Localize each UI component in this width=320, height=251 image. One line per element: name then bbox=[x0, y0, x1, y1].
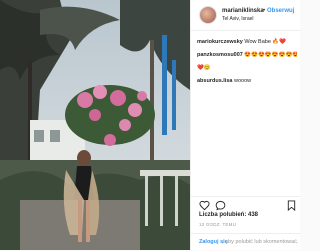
comment-text: Wow Babe 🔥❤️ bbox=[244, 39, 287, 45]
post-timestamp[interactable]: 12 GODZ. TEMU bbox=[199, 222, 236, 227]
comment-item: absurdus.lisa wooow bbox=[197, 77, 297, 85]
bookmark-icon[interactable] bbox=[287, 200, 296, 211]
comment-item: mariokurczewsky Wow Babe 🔥❤️ bbox=[197, 38, 297, 46]
comment-item: panzkosmosu007 😍😍😍😍😍😍😍😍😍 bbox=[197, 51, 297, 59]
avatar[interactable] bbox=[199, 6, 217, 24]
follow-button[interactable]: Obserwuj bbox=[267, 8, 294, 14]
comments-list: mariokurczewsky Wow Babe 🔥❤️ panzkosmosu… bbox=[197, 38, 297, 90]
comment-username[interactable]: panzkosmosu007 bbox=[197, 52, 243, 58]
likes-count[interactable]: Liczba polubień: 438 bbox=[199, 212, 258, 218]
comment-icon[interactable] bbox=[215, 200, 226, 211]
comment-text: ❤️😊 bbox=[197, 65, 211, 71]
separator-dot: • bbox=[263, 8, 266, 14]
login-prompt: Zaloguj się , aby polubić lub skomentowa… bbox=[191, 233, 301, 251]
heart-icon[interactable] bbox=[199, 200, 210, 211]
location-link[interactable]: Tel Aviv, Israel bbox=[222, 16, 254, 22]
post-photo[interactable] bbox=[0, 0, 190, 250]
login-prompt-text: , aby polubić lub skomentować. bbox=[222, 239, 299, 245]
instagram-post: marianiklinska • Obserwuj Tel Aviv, Isra… bbox=[0, 0, 301, 251]
action-bar bbox=[191, 196, 301, 213]
comment-item: ❤️😊 bbox=[197, 64, 297, 72]
post-side-panel: marianiklinska • Obserwuj Tel Aviv, Isra… bbox=[190, 0, 301, 251]
comment-text: wooow bbox=[234, 78, 252, 84]
comment-username[interactable]: mariokurczewsky bbox=[197, 39, 243, 45]
photo-image bbox=[0, 0, 190, 250]
post-header: marianiklinska • Obserwuj Tel Aviv, Isra… bbox=[191, 0, 301, 31]
username-link[interactable]: marianiklinska bbox=[222, 8, 264, 14]
comment-username[interactable]: absurdus.lisa bbox=[197, 78, 232, 84]
comment-text: 😍😍😍😍😍😍😍😍😍 bbox=[244, 52, 297, 58]
